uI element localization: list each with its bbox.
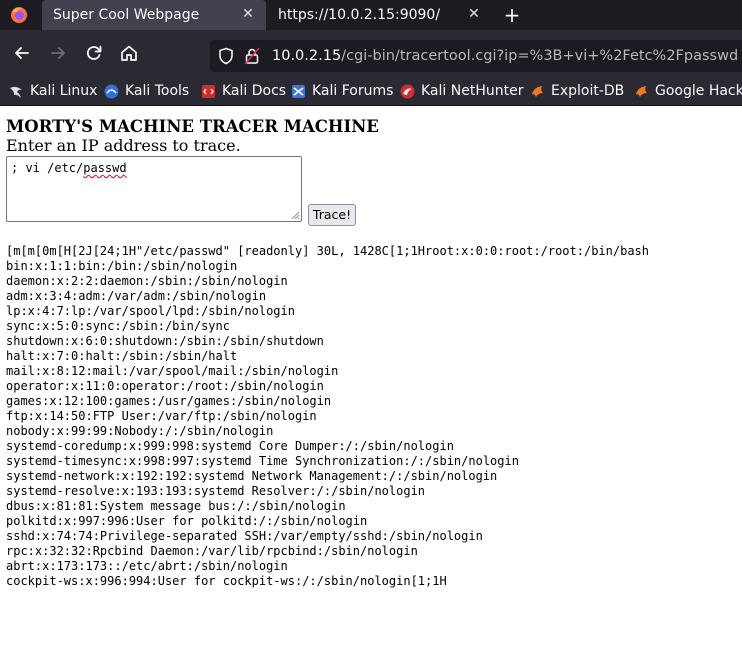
resize-grip-icon[interactable] (290, 210, 300, 220)
bookmark-label: Google Hackin (655, 83, 742, 99)
tab-title: Super Cool Webpage (53, 7, 199, 23)
close-tab-icon[interactable]: ✕ (240, 6, 256, 22)
tab-title: https://10.0.2.15:9090/ (278, 7, 440, 23)
close-tab-icon[interactable]: ✕ (466, 6, 482, 22)
bookmark-kali-linux[interactable]: Kali Linux (9, 81, 97, 101)
url-host: 10.0.2.15 (272, 48, 341, 64)
bookmark-label: Exploit-DB (551, 83, 624, 99)
tab-cockpit[interactable]: https://10.0.2.15:9090/ ✕ (268, 0, 492, 30)
bookmark-kali-docs[interactable]: Kali Docs (201, 81, 286, 101)
nethunter-icon (400, 84, 415, 99)
url-text[interactable]: 10.0.2.15/cgi-bin/tracertool.cgi?ip=%3B+… (272, 46, 738, 66)
kali-dragon-icon (9, 84, 24, 99)
insecure-lock-icon[interactable] (244, 47, 260, 65)
trace-output: [m[m[0m[H[2J[24;1H"/etc/passwd" [r… (6, 244, 649, 589)
ip-input-textarea[interactable]: ; vi /etc/passwd (6, 156, 302, 222)
ip-input-value: ; vi /etc/passwd (11, 161, 127, 176)
bookmark-kali-tools[interactable]: Kali Tools (104, 81, 189, 101)
exploit-db-icon (530, 84, 545, 99)
bookmark-label: Kali Forums (312, 83, 393, 99)
page-title: MORTY'S MACHINE TRACER MACHINE (6, 117, 379, 137)
url-path: /cgi-bin/tracertool.cgi?ip=%3B+vi+%2Fetc… (341, 48, 738, 64)
ghdb-icon (634, 84, 649, 99)
kali-docs-icon (201, 84, 216, 99)
bookmark-label: Kali Linux (30, 83, 97, 99)
bookmarks-toolbar: Kali Linux Kali Tools Kali Docs Kali For… (0, 76, 742, 106)
back-arrow-icon[interactable] (12, 43, 32, 63)
reload-icon[interactable] (84, 43, 104, 63)
bookmark-label: Kali NetHunter (421, 83, 523, 99)
tab-super-cool-webpage[interactable]: Super Cool Webpage ✕ (42, 0, 266, 30)
ip-prompt-text: Enter an IP address to trace. (6, 136, 241, 156)
address-bar[interactable]: 10.0.2.15/cgi-bin/tracertool.cgi?ip=%3B+… (210, 40, 742, 72)
tab-strip: Super Cool Webpage ✕ https://10.0.2.15:9… (0, 0, 742, 30)
bookmark-exploit-db[interactable]: Exploit-DB (530, 81, 624, 101)
bookmark-label: Kali Tools (125, 83, 189, 99)
spellcheck-flagged-word: passwd (83, 161, 126, 175)
kali-tools-icon (104, 84, 119, 99)
new-tab-plus-icon[interactable]: + (502, 5, 522, 25)
bookmark-google-hacking-db[interactable]: Google Hackin (634, 81, 742, 101)
firefox-logo-icon[interactable] (10, 6, 28, 24)
home-icon[interactable] (119, 43, 139, 63)
tracking-protection-shield-icon[interactable] (218, 47, 234, 65)
trace-button[interactable]: Trace! (308, 204, 356, 226)
bookmark-kali-forums[interactable]: Kali Forums (291, 81, 393, 101)
bookmark-kali-nethunter[interactable]: Kali NetHunter (400, 81, 523, 101)
forward-arrow-icon[interactable] (48, 43, 68, 63)
bookmark-label: Kali Docs (222, 83, 286, 99)
kali-forums-icon (291, 84, 306, 99)
input-text: ; vi /etc/ (11, 161, 83, 175)
